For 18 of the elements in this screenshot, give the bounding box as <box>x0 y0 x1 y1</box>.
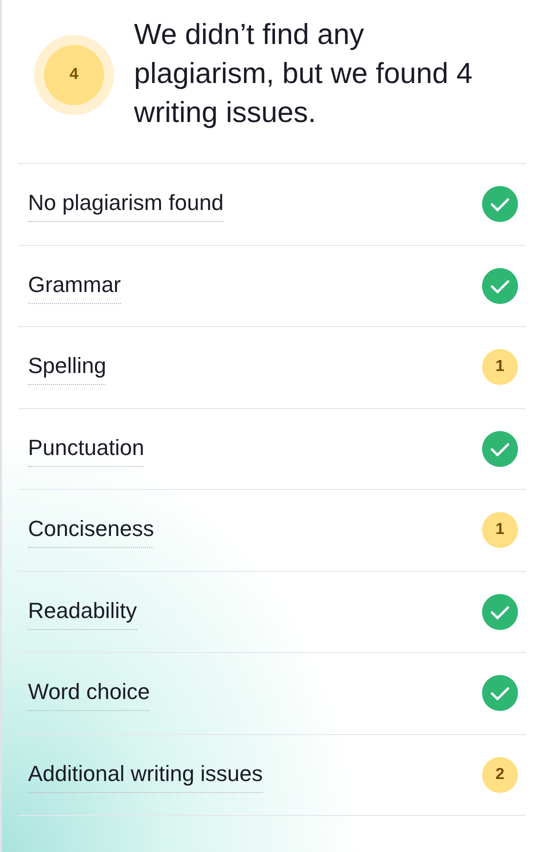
check-icon <box>482 186 518 222</box>
check-category-link[interactable]: Readability <box>28 594 137 630</box>
issue-total-badge: 4 <box>44 44 104 104</box>
check-category-link[interactable]: Word choice <box>28 675 150 712</box>
issue-count-badge: 2 <box>482 756 518 793</box>
check-category-link[interactable]: Additional writing issues <box>28 756 263 793</box>
check-icon <box>482 430 518 467</box>
check-category-link[interactable]: Grammar <box>28 268 121 304</box>
issue-count-badge: 1 <box>482 512 518 548</box>
check-category-link[interactable]: Conciseness <box>28 512 154 548</box>
check-icon <box>482 594 518 630</box>
check-icon <box>482 268 518 304</box>
check-category-link[interactable]: No plagiarism found <box>28 186 224 222</box>
check-icon <box>482 675 518 712</box>
check-category-link[interactable]: Spelling <box>28 349 106 386</box>
issue-count-badge: 1 <box>482 349 518 386</box>
summary-heading: We didn’t find any plagiarism, but we found 4 writing issues. <box>134 18 474 131</box>
check-category-link[interactable]: Punctuation <box>28 430 144 467</box>
